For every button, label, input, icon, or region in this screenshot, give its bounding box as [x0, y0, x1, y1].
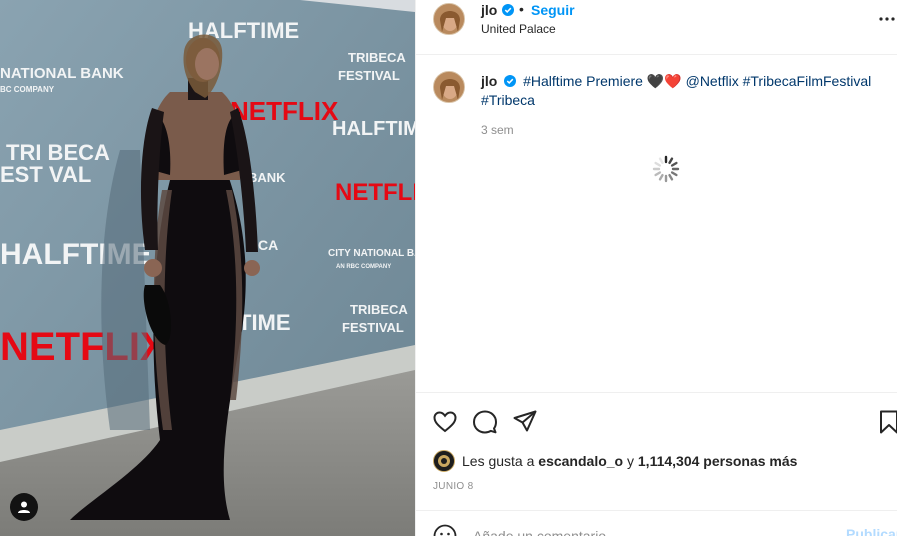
backdrop-text: BC COMPANY: [0, 85, 55, 94]
post-details-panel: jlo • Seguir United Palace jlo #Halftime…: [415, 0, 897, 536]
avatar-image: [434, 72, 464, 102]
backdrop-text: FESTIVAL: [342, 320, 404, 335]
backdrop-text: TRIBECA: [350, 302, 408, 317]
backdrop-text: BANK: [248, 170, 286, 185]
heart-emojis: 🖤❤️: [646, 73, 682, 89]
likes-prefix: Les gusta a: [462, 453, 535, 469]
user-tag-icon: [18, 501, 30, 513]
hashtag-link[interactable]: #Tribeca: [481, 92, 535, 108]
likes-conjunction: y: [627, 453, 634, 469]
hashtag-link[interactable]: #Halftime Premiere: [523, 73, 643, 89]
liker-avatar-image: [434, 451, 454, 471]
backdrop-netflix: NETFLIX: [230, 96, 339, 126]
comment-icon[interactable]: [472, 409, 498, 435]
mention-link[interactable]: @Netflix: [686, 73, 739, 89]
caption-username[interactable]: jlo: [481, 73, 497, 89]
likes-suffix[interactable]: personas más: [703, 453, 797, 469]
backdrop-netflix: NETFLIX: [335, 179, 415, 206]
post-date: JUNIO 8: [433, 481, 474, 492]
backdrop-text: FESTIVAL: [338, 68, 400, 83]
caption-avatar[interactable]: [433, 71, 465, 103]
paper-plane-icon[interactable]: [512, 409, 538, 435]
backdrop-text: CITY NATIONAL BANK: [328, 248, 415, 259]
separator-dot: •: [519, 1, 524, 17]
action-bar: [416, 392, 897, 452]
likes-count[interactable]: 1,114,304: [638, 453, 700, 469]
verified-badge-icon: [502, 4, 514, 16]
post-photo[interactable]: HALFTIME NETFLIX TRIBECA FESTIVAL HALFTI…: [0, 0, 415, 536]
heart-icon[interactable]: [432, 409, 458, 435]
liker-avatar[interactable]: [433, 450, 455, 472]
backdrop-text: AN RBC COMPANY: [336, 264, 391, 270]
backdrop-text: TRIBECA: [348, 50, 406, 65]
more-options-button[interactable]: [877, 10, 897, 28]
caption-time: 3 sem: [481, 123, 514, 137]
backdrop-text: HALFTIME: [332, 118, 415, 140]
post-caption: jlo #Halftime Premiere 🖤❤️ @Netflix #Tri…: [481, 72, 881, 110]
comment-input[interactable]: [473, 525, 793, 536]
publish-button[interactable]: Publicar: [846, 526, 897, 536]
likes-summary: Les gusta a escandalo_o y 1,114,304 pers…: [433, 450, 797, 472]
avatar[interactable]: [433, 3, 465, 35]
liker-username[interactable]: escandalo_o: [538, 453, 623, 469]
post-location[interactable]: United Palace: [481, 22, 556, 36]
post-header: jlo • Seguir United Palace: [416, 0, 897, 55]
emoji-icon[interactable]: [433, 524, 457, 536]
post-username[interactable]: jlo: [481, 2, 497, 18]
backdrop-text: CA: [258, 237, 278, 253]
backdrop-text: EST VAL: [0, 162, 91, 187]
backdrop-text: TIME: [238, 310, 291, 335]
avatar-image: [434, 4, 464, 34]
more-horizontal-icon: [879, 17, 895, 21]
user-tag-button[interactable]: [10, 493, 38, 521]
photo-image: HALFTIME NETFLIX TRIBECA FESTIVAL HALFTI…: [0, 0, 415, 536]
hashtag-link[interactable]: #TribecaFilmFestival: [743, 73, 872, 89]
loading-spinner-icon: [652, 155, 680, 183]
follow-button[interactable]: Seguir: [531, 2, 575, 18]
verified-badge-icon: [504, 75, 517, 87]
comment-bar: Publicar: [416, 510, 897, 536]
backdrop-text: NATIONAL BANK: [0, 65, 124, 82]
bookmark-icon[interactable]: [876, 409, 897, 435]
